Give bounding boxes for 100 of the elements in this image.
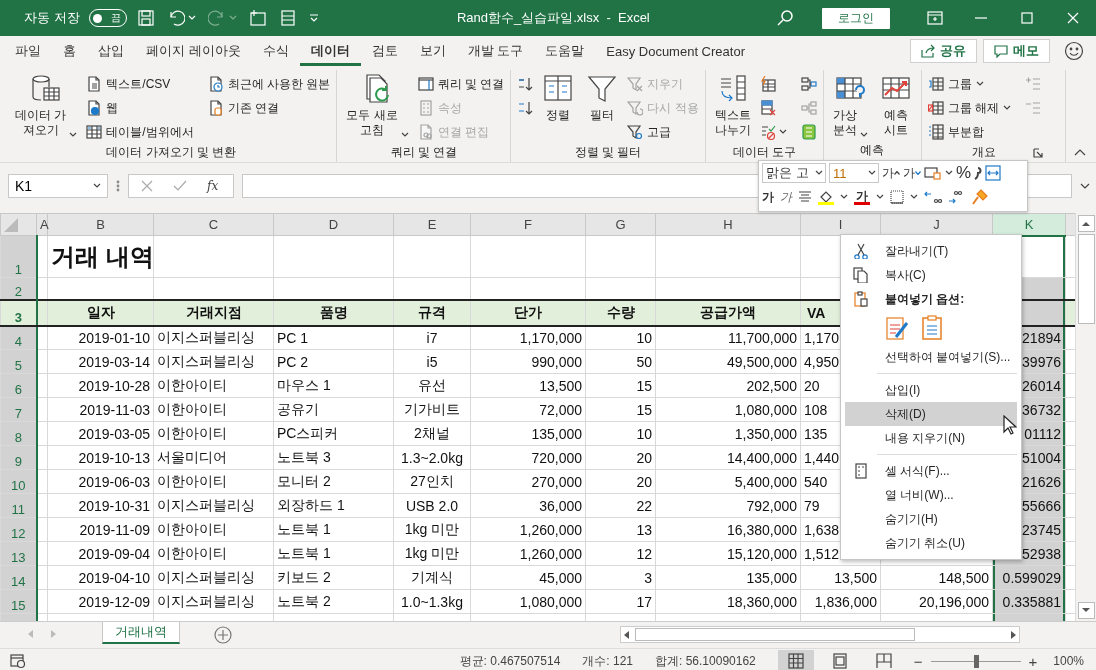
ribbon-button[interactable]: 기존 연결 <box>207 96 331 120</box>
percent-button[interactable]: % <box>956 163 972 183</box>
ribbon-tab[interactable]: Easy Document Creator <box>595 36 756 66</box>
column-header[interactable]: H <box>655 213 801 236</box>
ribbon-tab[interactable]: 파일 <box>4 36 52 66</box>
column-header[interactable]: A <box>36 213 48 236</box>
font-size-field[interactable]: 11 <box>829 163 879 183</box>
view-button[interactable] <box>777 649 814 670</box>
sheet-tab[interactable]: 거래내역 <box>102 622 180 644</box>
column-header[interactable]: G <box>585 213 656 236</box>
menu-item[interactable]: 삭제(D) <box>845 402 1017 426</box>
save-icon[interactable] <box>136 9 155 27</box>
ribbon-button[interactable]: 쿼리 및 연결 <box>417 72 505 96</box>
row-header[interactable]: 3 <box>0 299 37 326</box>
ribbon-button[interactable]: 그룹 <box>927 72 1012 96</box>
ribbon-button[interactable]: 텍스트 나누기 <box>711 70 754 138</box>
ribbon-tab[interactable]: 홈 <box>52 36 87 66</box>
close-icon[interactable] <box>1067 12 1079 24</box>
share-button[interactable]: 공유 <box>910 39 977 63</box>
ribbon-button[interactable]: 고급 <box>627 120 699 144</box>
maximize-icon[interactable] <box>1021 12 1033 24</box>
menu-item[interactable]: 복사(C) <box>845 263 1017 287</box>
scrollbar-thumb[interactable] <box>1077 234 1095 324</box>
ribbon-tab[interactable]: 수식 <box>251 36 300 66</box>
font-color-button[interactable]: 가 <box>854 189 870 205</box>
ribbon-tab[interactable]: 보기 <box>408 36 457 66</box>
row-header[interactable]: 1 <box>0 235 37 278</box>
collapse-ribbon-icon[interactable] <box>1074 148 1086 156</box>
grow-font-button[interactable]: 가 <box>882 164 900 182</box>
menu-item[interactable]: 잘라내기(T) <box>845 239 1017 263</box>
shrink-font-button[interactable]: 가 <box>903 164 921 182</box>
ribbon-button[interactable]: 가상 분석 <box>829 70 871 138</box>
ribbon-button[interactable]: 모두 새로 고침 <box>343 70 412 138</box>
expand-icon[interactable] <box>1080 182 1090 190</box>
font-field[interactable]: 맑은 고 <box>762 163 826 183</box>
ribbon-button[interactable]: 텍스트/CSV <box>86 72 194 96</box>
row-header[interactable]: 6 <box>0 373 37 398</box>
align-center-icon[interactable] <box>798 191 812 203</box>
comma-icon[interactable] <box>974 166 983 180</box>
increase-decimal-icon[interactable] <box>924 190 942 204</box>
row-header[interactable]: 4 <box>0 325 37 350</box>
bold-button[interactable]: 가 <box>762 188 774 206</box>
customize-icon[interactable] <box>308 14 319 22</box>
row-header[interactable]: 5 <box>0 349 37 374</box>
column-header[interactable]: D <box>273 213 394 236</box>
row-header[interactable]: 8 <box>0 421 37 446</box>
column-header[interactable]: J <box>880 213 993 236</box>
row-header[interactable]: 10 <box>0 469 37 494</box>
new-sheet-icon[interactable] <box>248 9 267 27</box>
paste-icon[interactable] <box>921 315 943 341</box>
column-header[interactable]: C <box>153 213 274 236</box>
row-header[interactable]: 12 <box>0 517 37 542</box>
borders-icon[interactable] <box>890 190 904 204</box>
zoom-out-button[interactable]: − <box>913 652 923 670</box>
scroll-down-icon[interactable] <box>1082 608 1090 613</box>
insert-function-button[interactable]: fx <box>207 179 219 193</box>
search-icon[interactable] <box>776 9 794 27</box>
wrap-icon[interactable] <box>985 165 1002 181</box>
row-header[interactable]: 2 <box>0 277 37 300</box>
ribbon-button[interactable]: 부분합 <box>927 120 1012 144</box>
cancel-icon[interactable] <box>141 180 153 192</box>
italic-button[interactable]: 가 <box>780 188 792 206</box>
format-painter-icon[interactable] <box>972 189 988 205</box>
scrollbar-thumb[interactable] <box>635 628 915 641</box>
ribbon-button[interactable]: 필터 <box>583 70 622 123</box>
column-header[interactable]: K <box>992 213 1066 236</box>
add-sheet-icon[interactable] <box>214 626 232 644</box>
row-header[interactable]: 14 <box>0 565 37 590</box>
ribbon-tab[interactable]: 데이터 <box>299 36 361 66</box>
row-header[interactable]: 9 <box>0 445 37 470</box>
row-header[interactable]: 11 <box>0 493 37 518</box>
ribbon-button[interactable]: 최근에 사용한 원본 <box>207 72 331 96</box>
ribbon-tab[interactable]: 개발 도구 <box>456 36 535 66</box>
sign-in-button[interactable]: 로그인 <box>822 7 890 29</box>
comment-button[interactable]: 메모 <box>983 39 1050 63</box>
row-header[interactable]: 15 <box>0 589 37 614</box>
ribbon-button[interactable]: 데이터 가 져오기 <box>12 70 81 138</box>
smiley-icon[interactable] <box>1064 41 1084 61</box>
column-header[interactable]: I <box>800 213 881 236</box>
column-header[interactable]: F <box>470 213 586 236</box>
paste-formatting-icon[interactable] <box>885 315 909 341</box>
ribbon-button[interactable]: 예측 시트 <box>876 70 915 138</box>
form-icon[interactable] <box>278 9 297 27</box>
cell-style-icon[interactable] <box>924 166 942 180</box>
column-header[interactable]: E <box>393 213 471 236</box>
fill-color-icon[interactable] <box>818 189 834 205</box>
ribbon-tab[interactable]: 도움말 <box>534 36 596 66</box>
name-box[interactable]: K1 <box>8 174 108 198</box>
scroll-up-icon[interactable] <box>1082 221 1090 226</box>
check-icon[interactable] <box>173 180 187 192</box>
zoom-in-button[interactable]: + <box>1028 652 1038 670</box>
row-header[interactable]: 7 <box>0 397 37 422</box>
ribbon-tab[interactable]: 검토 <box>360 36 409 66</box>
dialog-launcher-icon[interactable] <box>1033 148 1044 158</box>
ribbon-button[interactable]: 그룹 해제 <box>927 96 1012 120</box>
ribbon-display-icon[interactable] <box>927 11 943 25</box>
ribbon-button[interactable]: 웹 <box>86 96 194 120</box>
ribbon-tab[interactable]: 페이지 레이아웃 <box>135 36 252 66</box>
row-header[interactable]: 13 <box>0 541 37 566</box>
ribbon-button[interactable]: 정렬 <box>539 70 578 123</box>
